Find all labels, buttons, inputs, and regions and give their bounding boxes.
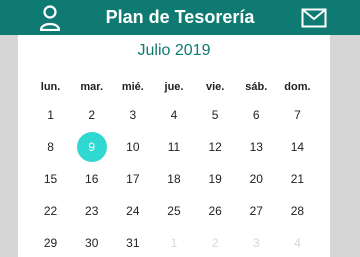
weekday-header: sáb. — [245, 81, 268, 93]
calendar-day-number: 1 — [170, 236, 178, 250]
calendar-day[interactable]: 15 — [30, 163, 71, 195]
calendar-day[interactable]: 3 — [112, 99, 153, 131]
calendar-day: 1 — [153, 227, 194, 257]
calendar-day[interactable]: 16 — [71, 163, 112, 195]
calendar-day-number: 10 — [126, 140, 140, 154]
calendar-day[interactable]: 10 — [112, 131, 153, 163]
calendar-day-number: 3 — [252, 236, 260, 250]
weekday-header: jue. — [164, 81, 184, 93]
calendar-day: 2 — [195, 227, 236, 257]
calendar-day-number: 16 — [85, 172, 99, 186]
calendar-day-number: 4 — [170, 108, 178, 122]
calendar-day[interactable]: 12 — [195, 131, 236, 163]
calendar-day[interactable]: 24 — [112, 195, 153, 227]
calendar-day-number: 15 — [43, 172, 58, 186]
calendar-day[interactable]: 31 — [112, 227, 153, 257]
calendar-day-number: 4 — [294, 236, 301, 250]
calendar-day-number: 21 — [290, 172, 305, 186]
calendar-day-number: 27 — [249, 204, 263, 218]
messages-button[interactable] — [294, 0, 334, 35]
calendar-day-number: 5 — [211, 108, 219, 122]
calendar-day[interactable]: 6 — [236, 99, 277, 131]
calendar-day: 3 — [236, 227, 277, 257]
calendar-day-number: 29 — [43, 236, 58, 250]
page-title: Plan de Tesorería — [105, 7, 255, 27]
calendar-day[interactable]: 30 — [71, 227, 112, 257]
calendar-day-number: 30 — [85, 236, 99, 250]
calendar-day-number: 23 — [85, 204, 99, 218]
calendar-day[interactable]: 22 — [30, 195, 71, 227]
calendar-day[interactable]: 7 — [277, 99, 318, 131]
calendar-day-number: 22 — [43, 204, 58, 218]
calendar-day-selected[interactable]: 9 — [71, 131, 112, 163]
weekday-header: dom. — [284, 81, 311, 93]
calendar-grid: lun. mar. mié. jue. vie. sáb. dom. 1 2 3 4 5 6 7 8 9 10 1… — [30, 75, 318, 257]
calendar-day-number: 31 — [126, 236, 140, 250]
weekday-header: vie. — [205, 81, 225, 93]
calendar-day[interactable]: 19 — [195, 163, 236, 195]
calendar-day[interactable]: 18 — [153, 163, 194, 195]
calendar-day[interactable]: 8 — [30, 131, 71, 163]
weekday-header: mar. — [80, 81, 104, 93]
calendar-day-number: 1 — [47, 108, 54, 122]
calendar-day-number: 13 — [249, 140, 263, 154]
profile-button[interactable] — [30, 0, 70, 35]
calendar-day[interactable]: 29 — [30, 227, 71, 257]
calendar-day-number: 24 — [126, 204, 140, 218]
app-header: Plan de Tesorería — [0, 0, 360, 35]
calendar-day[interactable]: 26 — [195, 195, 236, 227]
calendar-day-number: 19 — [208, 172, 222, 186]
month-label: Julio 2019 — [137, 42, 211, 59]
calendar-day[interactable]: 21 — [277, 163, 318, 195]
calendar-day-number: 8 — [47, 140, 54, 154]
calendar-day-number: 20 — [249, 172, 263, 186]
weekday-header: lun. — [40, 81, 61, 93]
calendar-day[interactable]: 2 — [71, 99, 112, 131]
calendar-day-number: 12 — [208, 140, 222, 154]
calendar-day[interactable]: 4 — [153, 99, 194, 131]
calendar-day-number: 14 — [290, 140, 305, 154]
calendar-card: Julio 2019 lun. mar. mié. jue. vie. sáb. dom. 1… — [18, 35, 330, 257]
calendar-day[interactable]: 11 — [153, 131, 194, 163]
calendar-day-number: 18 — [167, 172, 181, 186]
calendar-day[interactable]: 1 — [30, 99, 71, 131]
calendar-day[interactable]: 25 — [153, 195, 194, 227]
calendar-day-number: 26 — [208, 204, 222, 218]
calendar-day-number: 11 — [167, 140, 181, 154]
calendar-day-number: 7 — [294, 108, 301, 122]
calendar-day[interactable]: 13 — [236, 131, 277, 163]
calendar-day-number: 2 — [211, 236, 219, 250]
calendar-day: 4 — [277, 227, 318, 257]
calendar-day-number: 3 — [129, 108, 137, 122]
user-icon — [39, 4, 61, 31]
calendar-day[interactable]: 20 — [236, 163, 277, 195]
mail-icon — [301, 8, 327, 27]
calendar-day[interactable]: 28 — [277, 195, 318, 227]
calendar-day-number: 25 — [167, 204, 181, 218]
calendar-day[interactable]: 27 — [236, 195, 277, 227]
calendar-day-number: 17 — [126, 172, 140, 186]
calendar-day[interactable]: 14 — [277, 131, 318, 163]
calendar-day[interactable]: 5 — [195, 99, 236, 131]
calendar-day-number: 2 — [88, 108, 96, 122]
calendar-day-number: 28 — [290, 204, 305, 218]
calendar-day[interactable]: 17 — [112, 163, 153, 195]
calendar-day-number: 9 — [76, 132, 107, 162]
calendar-day[interactable]: 23 — [71, 195, 112, 227]
weekday-header: mié. — [121, 81, 144, 93]
calendar-day-number: 6 — [252, 108, 260, 122]
